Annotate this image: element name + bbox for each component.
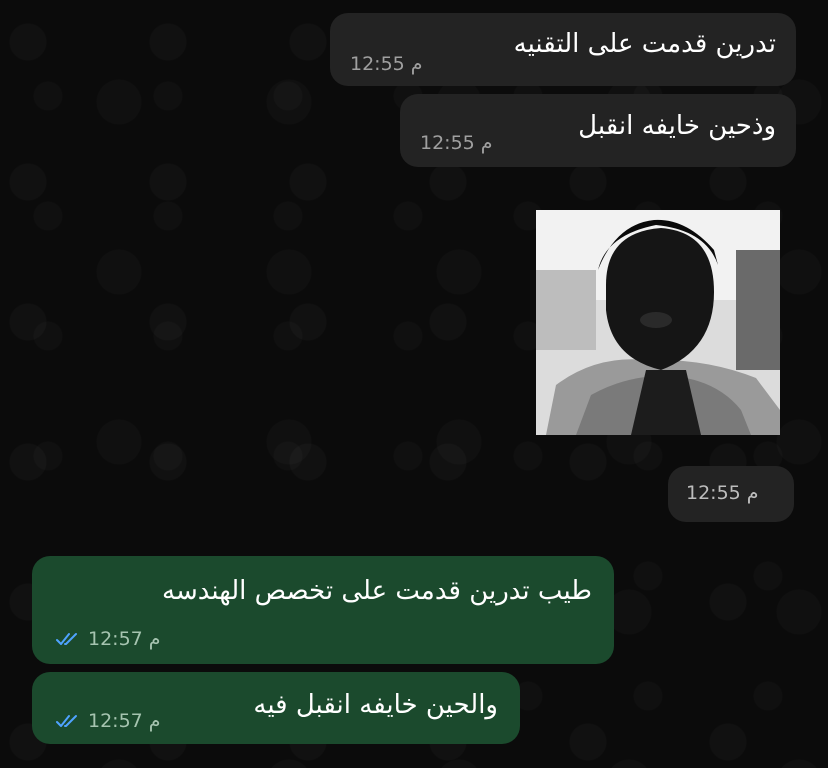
double-check-icon [56, 633, 77, 645]
message-text: تدرين قدمت على التقنيه [513, 29, 776, 59]
person-photo [536, 210, 780, 435]
message-time: 12:55 م [350, 53, 423, 75]
incoming-message-bubble[interactable]: تدرين قدمت على التقنيه 12:55 م [330, 13, 796, 86]
double-check-icon [56, 715, 77, 727]
message-text: والحين خايفه انقبل فيه [253, 690, 498, 720]
incoming-message-bubble[interactable]: وذحين خايفه انقبل 12:55 م [400, 94, 796, 167]
message-text: وذحين خايفه انقبل [578, 111, 776, 141]
message-status: 12:57 م [56, 628, 161, 650]
outgoing-message-bubble[interactable]: والحين خايفه انقبل فيه 12:57 م [32, 672, 520, 744]
message-status: 12:57 م [56, 710, 161, 732]
outgoing-message-bubble[interactable]: طيب تدرين قدمت على تخصص الهندسه 12:57 م [32, 556, 614, 664]
message-text: طيب تدرين قدمت على تخصص الهندسه [162, 576, 592, 606]
image-message[interactable] [536, 210, 780, 435]
message-time: 12:55 م [420, 132, 493, 154]
incoming-message-bubble[interactable]: 12:55 م [668, 466, 794, 522]
message-time: 12:55 م [686, 482, 759, 504]
